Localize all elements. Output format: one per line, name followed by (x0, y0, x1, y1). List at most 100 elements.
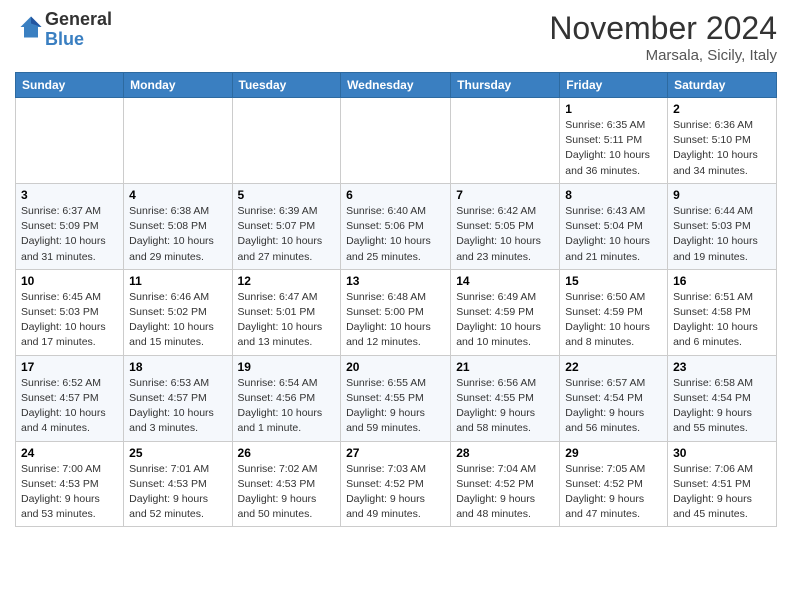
day-info: Sunrise: 6:36 AM Sunset: 5:10 PM Dayligh… (673, 118, 771, 179)
calendar-cell: 17 Sunrise: 6:52 AM Sunset: 4:57 PM Dayli… (16, 355, 124, 441)
day-number: 24 (21, 446, 118, 460)
calendar-cell: 22Sunrise: 6:57 AM Sunset: 4:54 PM Dayli… (560, 355, 668, 441)
weekday-header: Tuesday (232, 73, 341, 98)
calendar-cell (124, 98, 232, 184)
calendar-cell: 29Sunrise: 7:05 AM Sunset: 4:52 PM Dayli… (560, 441, 668, 527)
calendar-week-row: 1 Sunrise: 6:35 AM Sunset: 5:11 PM Daylig… (16, 98, 777, 184)
page: General Blue November 2024 Marsala, Sici… (0, 0, 792, 542)
calendar-week-row: 10 Sunrise: 6:45 AM Sunset: 5:03 PM Dayli… (16, 269, 777, 355)
day-info: Sunrise: 6:35 AM Sunset: 5:11 PM Dayligh… (565, 118, 662, 179)
calendar-cell (451, 98, 560, 184)
day-number: 13 (346, 274, 445, 288)
calendar-cell: 1 Sunrise: 6:35 AM Sunset: 5:11 PM Daylig… (560, 98, 668, 184)
day-number: 21 (456, 360, 554, 374)
day-info: Sunrise: 6:40 AM Sunset: 5:06 PM Dayligh… (346, 204, 445, 265)
day-number: 19 (238, 360, 336, 374)
calendar-cell: 19Sunrise: 6:54 AM Sunset: 4:56 PM Dayli… (232, 355, 341, 441)
calendar-cell: 18 Sunrise: 6:53 AM Sunset: 4:57 PM Dayli… (124, 355, 232, 441)
day-info: Sunrise: 7:00 AM Sunset: 4:53 PM Dayligh… (21, 462, 118, 523)
day-number: 28 (456, 446, 554, 460)
calendar-cell (16, 98, 124, 184)
calendar-cell (232, 98, 341, 184)
calendar-cell: 5 Sunrise: 6:39 AM Sunset: 5:07 PM Daylig… (232, 183, 341, 269)
day-number: 14 (456, 274, 554, 288)
calendar-cell: 11Sunrise: 6:46 AM Sunset: 5:02 PM Dayli… (124, 269, 232, 355)
calendar-cell: 23Sunrise: 6:58 AM Sunset: 4:54 PM Dayli… (668, 355, 777, 441)
day-info: Sunrise: 6:43 AM Sunset: 5:04 PM Dayligh… (565, 204, 662, 265)
month-title: November 2024 (549, 10, 777, 47)
day-info: Sunrise: 6:57 AM Sunset: 4:54 PM Dayligh… (565, 376, 662, 437)
day-number: 27 (346, 446, 445, 460)
day-info: Sunrise: 7:03 AM Sunset: 4:52 PM Dayligh… (346, 462, 445, 523)
day-info: Sunrise: 6:53 AM Sunset: 4:57 PM Dayligh… (129, 376, 226, 437)
day-info: Sunrise: 6:47 AM Sunset: 5:01 PM Dayligh… (238, 290, 336, 351)
calendar-cell: 21Sunrise: 6:56 AM Sunset: 4:55 PM Dayli… (451, 355, 560, 441)
day-number: 15 (565, 274, 662, 288)
day-info: Sunrise: 6:50 AM Sunset: 4:59 PM Dayligh… (565, 290, 662, 351)
calendar-week-row: 3 Sunrise: 6:37 AM Sunset: 5:09 PM Daylig… (16, 183, 777, 269)
calendar-cell: 3 Sunrise: 6:37 AM Sunset: 5:09 PM Daylig… (16, 183, 124, 269)
day-info: Sunrise: 6:51 AM Sunset: 4:58 PM Dayligh… (673, 290, 771, 351)
day-info: Sunrise: 7:01 AM Sunset: 4:53 PM Dayligh… (129, 462, 226, 523)
location-title: Marsala, Sicily, Italy (549, 47, 777, 64)
day-info: Sunrise: 6:52 AM Sunset: 4:57 PM Dayligh… (21, 376, 118, 437)
calendar-cell: 27 Sunrise: 7:03 AM Sunset: 4:52 PM Dayli… (341, 441, 451, 527)
calendar-cell: 16 Sunrise: 6:51 AM Sunset: 4:58 PM Dayli… (668, 269, 777, 355)
calendar-header-row: SundayMondayTuesdayWednesdayThursdayFrid… (16, 73, 777, 98)
weekday-header: Friday (560, 73, 668, 98)
logo: General Blue (15, 10, 112, 50)
calendar-table: SundayMondayTuesdayWednesdayThursdayFrid… (15, 72, 777, 527)
day-number: 16 (673, 274, 771, 288)
day-number: 11 (129, 274, 226, 288)
logo-icon (17, 13, 45, 41)
day-info: Sunrise: 6:38 AM Sunset: 5:08 PM Dayligh… (129, 204, 226, 265)
day-number: 3 (21, 188, 118, 202)
weekday-header: Saturday (668, 73, 777, 98)
day-info: Sunrise: 6:45 AM Sunset: 5:03 PM Dayligh… (21, 290, 118, 351)
day-number: 29 (565, 446, 662, 460)
day-number: 20 (346, 360, 445, 374)
weekday-header: Monday (124, 73, 232, 98)
calendar-cell: 28Sunrise: 7:04 AM Sunset: 4:52 PM Dayli… (451, 441, 560, 527)
day-info: Sunrise: 6:58 AM Sunset: 4:54 PM Dayligh… (673, 376, 771, 437)
day-number: 26 (238, 446, 336, 460)
logo-general-text: General (45, 9, 112, 29)
day-info: Sunrise: 6:37 AM Sunset: 5:09 PM Dayligh… (21, 204, 118, 265)
weekday-header: Thursday (451, 73, 560, 98)
weekday-header: Sunday (16, 73, 124, 98)
day-info: Sunrise: 6:42 AM Sunset: 5:05 PM Dayligh… (456, 204, 554, 265)
day-info: Sunrise: 7:02 AM Sunset: 4:53 PM Dayligh… (238, 462, 336, 523)
day-number: 10 (21, 274, 118, 288)
calendar-cell: 14Sunrise: 6:49 AM Sunset: 4:59 PM Dayli… (451, 269, 560, 355)
day-number: 12 (238, 274, 336, 288)
calendar-cell: 15 Sunrise: 6:50 AM Sunset: 4:59 PM Dayli… (560, 269, 668, 355)
day-number: 5 (238, 188, 336, 202)
day-info: Sunrise: 6:44 AM Sunset: 5:03 PM Dayligh… (673, 204, 771, 265)
day-number: 7 (456, 188, 554, 202)
calendar-cell: 2Sunrise: 6:36 AM Sunset: 5:10 PM Daylig… (668, 98, 777, 184)
header: General Blue November 2024 Marsala, Sici… (15, 10, 777, 64)
day-info: Sunrise: 6:48 AM Sunset: 5:00 PM Dayligh… (346, 290, 445, 351)
calendar-cell: 7 Sunrise: 6:42 AM Sunset: 5:05 PM Daylig… (451, 183, 560, 269)
day-info: Sunrise: 6:39 AM Sunset: 5:07 PM Dayligh… (238, 204, 336, 265)
day-number: 8 (565, 188, 662, 202)
day-number: 6 (346, 188, 445, 202)
weekday-header: Wednesday (341, 73, 451, 98)
day-number: 17 (21, 360, 118, 374)
day-number: 4 (129, 188, 226, 202)
day-number: 18 (129, 360, 226, 374)
day-info: Sunrise: 7:06 AM Sunset: 4:51 PM Dayligh… (673, 462, 771, 523)
calendar-cell: 24 Sunrise: 7:00 AM Sunset: 4:53 PM Dayli… (16, 441, 124, 527)
calendar-cell: 4 Sunrise: 6:38 AM Sunset: 5:08 PM Daylig… (124, 183, 232, 269)
calendar-cell: 30 Sunrise: 7:06 AM Sunset: 4:51 PM Dayli… (668, 441, 777, 527)
calendar-cell: 13 Sunrise: 6:48 AM Sunset: 5:00 PM Dayli… (341, 269, 451, 355)
calendar-week-row: 17 Sunrise: 6:52 AM Sunset: 4:57 PM Dayli… (16, 355, 777, 441)
day-number: 30 (673, 446, 771, 460)
day-number: 1 (565, 102, 662, 116)
calendar-cell: 8 Sunrise: 6:43 AM Sunset: 5:04 PM Daylig… (560, 183, 668, 269)
calendar-week-row: 24 Sunrise: 7:00 AM Sunset: 4:53 PM Dayli… (16, 441, 777, 527)
day-info: Sunrise: 6:55 AM Sunset: 4:55 PM Dayligh… (346, 376, 445, 437)
calendar-cell: 10 Sunrise: 6:45 AM Sunset: 5:03 PM Dayli… (16, 269, 124, 355)
calendar-cell: 20 Sunrise: 6:55 AM Sunset: 4:55 PM Dayli… (341, 355, 451, 441)
calendar-cell: 9Sunrise: 6:44 AM Sunset: 5:03 PM Daylig… (668, 183, 777, 269)
